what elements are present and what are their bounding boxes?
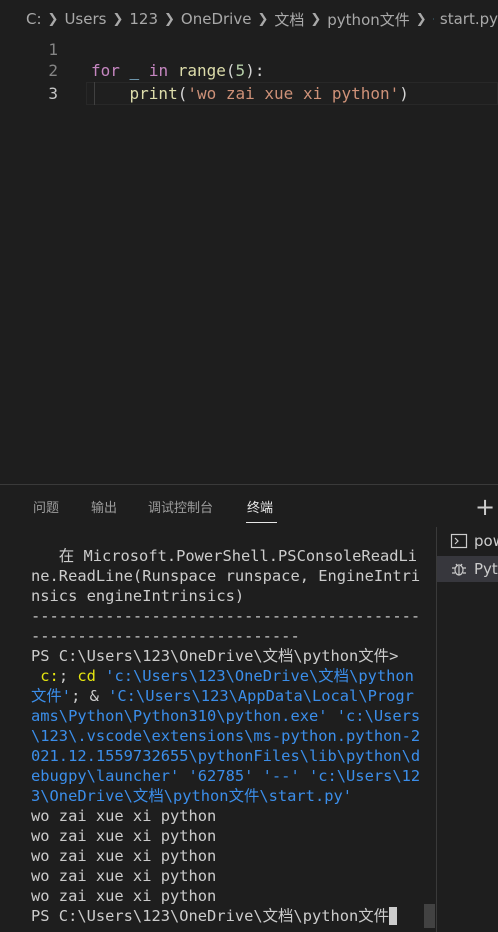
breadcrumb-python-folder[interactable]: python文件 [327,9,409,30]
terminal-output-line: wo zai xue xi python [31,867,217,885]
terminal-instance-label: powershell [474,532,498,550]
terminal-command-line: \123\.vscode\extensions\ms-python.python… [31,727,421,745]
breadcrumb-file[interactable]: start.py [440,10,498,28]
breadcrumb-documents[interactable]: 文档 [274,9,304,30]
terminal-output-line: wo zai xue xi python [31,887,217,905]
code-line-3: 3 print('wo zai xue xi python') [0,82,498,105]
terminal-command-line: 文件'; & 'C:\Users\123\AppData\Local\Progr [31,687,414,705]
terminal-command-line: 021.12.1559732655\pythonFiles\lib\python… [31,747,421,765]
terminal-prompt-line: PS C:\Users\123\OneDrive\文档\python文件> [31,647,399,665]
tab-terminal[interactable]: 终端 [247,497,273,516]
variable: _ [129,61,140,80]
terminal-output[interactable]: 在 Microsoft.PowerShell.PSConsoleReadLi n… [0,540,430,932]
terminal-cursor [389,907,398,925]
function-name: print [129,84,178,103]
terminal-instance-label: Python Debug Console [474,560,498,578]
debug-icon [452,563,466,576]
code-line-2: 2 for _ in range(5): [0,59,498,82]
paren-open: ( [177,84,188,103]
number-literal: 5 [235,61,246,80]
keyword-for: for [91,61,120,80]
code-editor[interactable]: 1 2 for _ in range(5): 3 print('wo zai x… [0,38,498,484]
terminal-line: ne.ReadLine(Runspace runspace, EngineInt… [31,567,421,585]
terminal-instance-powershell[interactable]: powershell [437,528,498,554]
terminal-output-line: wo zai xue xi python [31,807,217,825]
paren-close: ) [399,84,409,103]
tab-problems[interactable]: 问题 [33,497,59,516]
line-number: 3 [48,84,58,103]
chevron-right-icon: ❯ [112,11,124,27]
line-number: 1 [48,40,58,59]
terminal-output-line: wo zai xue xi python [31,847,217,865]
function-name: range [177,61,226,80]
breadcrumb: C: ❯ Users ❯ 123 ❯ OneDrive ❯ 文档 ❯ pytho… [0,0,498,38]
terminal-line: ----------------------------------------… [31,607,421,625]
code-text: for _ in range(5): [91,59,264,82]
breadcrumb-drive[interactable]: C: [26,10,42,28]
breadcrumb-users[interactable]: Users [64,10,106,28]
panel-tabs: 问题 输出 调试控制台 终端 [0,485,498,527]
tab-debug-console[interactable]: 调试控制台 [148,497,213,516]
string-literal: 'wo zai xue xi python' [187,84,400,103]
terminal-line: ----------------------------- [31,627,300,645]
code-line-1: 1 [0,38,498,61]
terminal-command-line: ebugpy\launcher' '62785' '--' 'c:\Users\… [31,767,421,785]
chevron-right-icon: ❯ [257,11,269,27]
breadcrumb-123[interactable]: 123 [129,10,158,28]
line-number: 2 [48,61,58,80]
terminal-icon [450,533,468,549]
terminal-instance-python-debug[interactable]: Python Debug Console [437,556,498,582]
terminal-prompt-line: PS C:\Users\123\OneDrive\文档\python文件 [31,906,398,926]
terminal-line: 在 Microsoft.PowerShell.PSConsoleReadLi [31,547,418,565]
tab-output[interactable]: 输出 [91,497,117,516]
terminal-output-line: wo zai xue xi python [31,827,217,845]
chevron-right-icon: ❯ [47,11,59,27]
chevron-right-icon: ❯ [310,11,322,27]
add-terminal-button[interactable]: + [475,495,495,519]
python-file-icon [432,18,434,20]
terminal-command-line: 3\OneDrive\文档\python文件\start.py' [31,787,353,805]
terminal-line: nsics engineIntrinsics) [31,587,245,605]
terminal-command-line: c:; cd 'c:\Users\123\OneDrive\文档\python [31,667,414,685]
terminal-scrollbar[interactable] [424,904,435,928]
chevron-right-icon: ❯ [415,11,427,27]
paren-close: ): [245,61,265,80]
terminal-list-divider [436,527,437,932]
chevron-right-icon: ❯ [164,11,175,27]
active-tab-indicator [246,522,277,523]
breadcrumb-onedrive[interactable]: OneDrive [181,10,252,28]
paren-open: ( [225,61,236,80]
code-text: print('wo zai xue xi python') [91,82,409,105]
terminal-command-line: ams\Python\Python310\python.exe' 'c:\Use… [31,707,421,725]
keyword-in: in [148,61,169,80]
